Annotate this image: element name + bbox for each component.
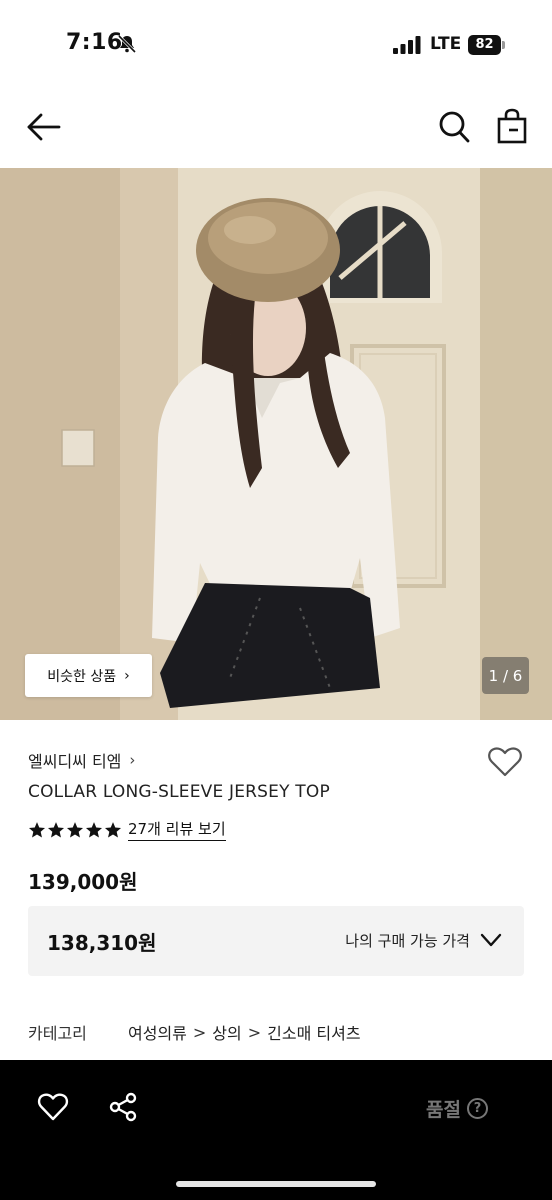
status-time: 7:16	[66, 30, 123, 55]
star-icon	[47, 821, 65, 837]
product-photo-illustration	[0, 168, 552, 720]
star-icon	[104, 821, 122, 837]
search-icon[interactable]	[438, 110, 470, 144]
star-icon	[66, 821, 84, 837]
chevron-right-icon: ›	[129, 751, 136, 769]
heart-outline-icon[interactable]	[37, 1092, 69, 1122]
brand-link[interactable]: 엘씨디씨 티엠 ›	[28, 748, 135, 772]
rating-row: 27개 리뷰 보기	[28, 818, 226, 841]
similar-products-button[interactable]: 비슷한 상품 ›	[25, 654, 152, 697]
battery-icon: 82	[468, 35, 506, 55]
status-bar: 7:16 LTE 82	[0, 0, 552, 90]
breadcrumb: 여성의류 > 상의 > 긴소매 티셔츠	[128, 1020, 361, 1044]
brand-name: 엘씨디씨 티엠	[28, 752, 122, 771]
product-image[interactable]: 비슷한 상품 › 1 / 6	[0, 168, 552, 720]
purchase-price-dropdown[interactable]: 138,310원 나의 구매 가능 가격	[28, 906, 524, 976]
bell-slash-icon	[117, 34, 137, 54]
signal-icon	[393, 36, 421, 54]
review-link[interactable]: 27개 리뷰 보기	[128, 818, 226, 841]
purchase-price: 138,310원	[47, 931, 157, 955]
image-counter: 1 / 6	[482, 657, 529, 694]
bottom-action-bar: 품절 ?	[0, 1060, 552, 1200]
battery-level: 82	[468, 35, 501, 55]
nav-bar	[0, 90, 552, 168]
network-label: LTE	[430, 34, 462, 54]
home-indicator	[176, 1181, 376, 1187]
breadcrumb-item-womens[interactable]: 여성의류	[128, 1020, 187, 1044]
similar-products-label: 비슷한 상품	[47, 668, 117, 685]
chevron-down-icon	[480, 933, 502, 947]
star-rating	[28, 821, 122, 839]
shopping-bag-icon[interactable]	[496, 108, 528, 144]
product-title: COLLAR LONG-SLEEVE JERSEY TOP	[28, 782, 330, 802]
star-icon	[85, 821, 103, 837]
back-arrow-icon[interactable]	[26, 112, 62, 142]
breadcrumb-item-tops[interactable]: 상의	[212, 1020, 241, 1044]
share-icon[interactable]	[108, 1092, 138, 1122]
product-price: 139,000원	[28, 870, 138, 894]
heart-outline-icon[interactable]	[487, 746, 523, 778]
category-label: 카테고리	[28, 1024, 87, 1043]
category-row: 카테고리 여성의류 > 상의 > 긴소매 티셔츠	[28, 1020, 361, 1044]
help-icon[interactable]: ?	[466, 1098, 488, 1119]
purchase-price-label: 나의 구매 가능 가격	[345, 932, 470, 950]
battery-tip	[502, 41, 505, 49]
breadcrumb-item-long-sleeve[interactable]: 긴소매 티셔츠	[267, 1020, 360, 1044]
soldout-label: 품절	[426, 1099, 461, 1121]
breadcrumb-separator: >	[192, 1022, 207, 1042]
star-icon	[28, 821, 46, 837]
breadcrumb-separator: >	[247, 1022, 262, 1042]
soldout-status: 품절 ?	[426, 1095, 488, 1122]
chevron-right-icon: ›	[124, 667, 130, 684]
